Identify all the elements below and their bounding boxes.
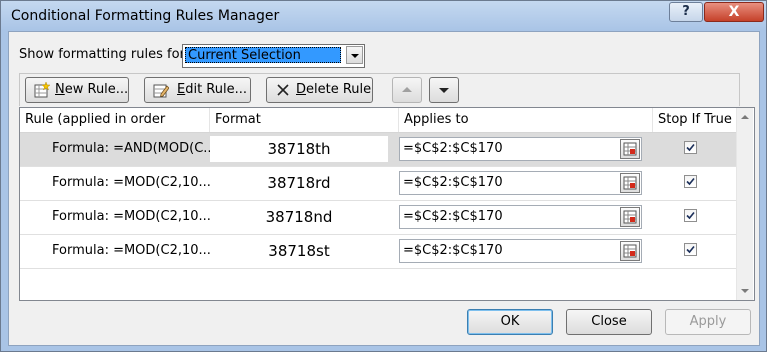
close-button[interactable]: Close <box>566 309 652 335</box>
delete-rule-button[interactable]: Delete Rule <box>266 77 373 103</box>
stop-if-true-checkbox[interactable] <box>684 243 697 256</box>
chevron-down-icon <box>351 54 359 58</box>
rule-row[interactable]: Formula: =AND(MOD(C... 38718th =$C$2:$C$… <box>20 133 736 167</box>
rule-description: Formula: =AND(MOD(C... <box>52 141 216 156</box>
delete-rule-label: elete Rule <box>306 82 372 97</box>
scroll-up-icon[interactable] <box>741 115 749 119</box>
range-selector-button[interactable] <box>620 139 640 159</box>
rule-description: Formula: =MOD(C2,10... <box>52 209 211 224</box>
edit-rule-label: dit Rule... <box>185 82 248 97</box>
show-rules-selected-value: Current Selection <box>185 47 341 63</box>
edit-rule-button[interactable]: Edit Rule... <box>144 77 251 103</box>
triangle-down-icon <box>439 88 449 93</box>
range-selector-button[interactable] <box>620 241 640 261</box>
show-rules-dropdown[interactable]: Current Selection <box>182 44 365 68</box>
applies-to-value: =$C$2:$C$170 <box>403 209 503 224</box>
show-rules-label: Show formatting rules for: <box>19 47 190 62</box>
rules-grid: Rule (applied in order shown) Format App… <box>19 107 755 301</box>
applies-to-input[interactable]: =$C$2:$C$170 <box>399 205 642 229</box>
range-select-icon <box>623 210 637 224</box>
applies-to-input[interactable]: =$C$2:$C$170 <box>399 171 642 195</box>
rule-row[interactable]: Formula: =MOD(C2,10... 38718nd =$C$2:$C$… <box>20 201 736 235</box>
range-select-icon <box>623 244 637 258</box>
apply-button[interactable]: Apply <box>665 309 751 335</box>
move-down-button[interactable] <box>429 77 459 103</box>
edit-rule-icon <box>153 82 170 98</box>
rule-row[interactable]: Formula: =MOD(C2,10... 38718rd =$C$2:$C$… <box>20 167 736 201</box>
window-close-button[interactable]: X <box>704 2 764 22</box>
range-selector-button[interactable] <box>620 207 640 227</box>
rule-description: Formula: =MOD(C2,10... <box>52 175 211 190</box>
rules-toolbar: New Rule... Edit Rule... Delete Rule <box>19 73 740 106</box>
help-button[interactable]: ? <box>669 2 703 22</box>
applies-to-value: =$C$2:$C$170 <box>403 175 503 190</box>
format-preview: 38718rd <box>210 170 388 196</box>
move-up-button[interactable] <box>392 77 422 103</box>
column-header-stop-if-true[interactable]: Stop If True <box>653 108 736 132</box>
checkmark-icon <box>686 177 695 186</box>
stop-if-true-checkbox[interactable] <box>684 175 697 188</box>
grid-header: Rule (applied in order shown) Format App… <box>20 108 736 151</box>
new-rule-button[interactable]: New Rule... <box>25 77 129 103</box>
applies-to-input[interactable]: =$C$2:$C$170 <box>399 137 642 161</box>
rule-description: Formula: =MOD(C2,10... <box>52 243 211 258</box>
delete-rule-mnemonic: D <box>296 82 307 97</box>
rule-row[interactable]: Formula: =MOD(C2,10... 38718st =$C$2:$C$… <box>20 235 736 269</box>
stop-if-true-checkbox[interactable] <box>684 141 697 154</box>
applies-to-input[interactable]: =$C$2:$C$170 <box>399 239 642 263</box>
applies-to-value: =$C$2:$C$170 <box>403 141 503 156</box>
dialog-body: Show formatting rules for: Current Selec… <box>8 31 760 346</box>
format-preview: 38718nd <box>210 204 388 230</box>
stop-if-true-checkbox[interactable] <box>684 209 697 222</box>
range-selector-button[interactable] <box>620 173 640 193</box>
new-rule-label: ew Rule... <box>64 82 129 97</box>
title-bar[interactable]: Conditional Formatting Rules Manager ? X <box>1 1 766 31</box>
dropdown-arrow-button[interactable] <box>346 46 363 64</box>
applies-to-value: =$C$2:$C$170 <box>403 243 503 258</box>
range-select-icon <box>623 142 637 156</box>
scroll-down-icon[interactable] <box>741 289 749 293</box>
range-select-icon <box>623 176 637 190</box>
column-header-applies-to[interactable]: Applies to <box>399 108 653 132</box>
new-rule-mnemonic: N <box>55 82 65 97</box>
column-header-format[interactable]: Format <box>210 108 399 132</box>
format-preview: 38718st <box>210 238 388 264</box>
new-rule-icon <box>34 81 51 98</box>
triangle-up-icon <box>402 87 412 92</box>
checkmark-icon <box>686 245 695 254</box>
dialog-window: Conditional Formatting Rules Manager ? X… <box>0 0 767 352</box>
dialog-title: Conditional Formatting Rules Manager <box>11 8 280 24</box>
edit-rule-mnemonic: E <box>177 82 186 97</box>
vertical-scrollbar[interactable] <box>736 108 753 300</box>
checkmark-icon <box>686 143 695 152</box>
checkmark-icon <box>686 211 695 220</box>
column-header-rule[interactable]: Rule (applied in order shown) <box>20 108 210 151</box>
format-preview: 38718th <box>210 136 388 162</box>
ok-button[interactable]: OK <box>467 309 553 335</box>
delete-x-icon <box>275 82 291 98</box>
